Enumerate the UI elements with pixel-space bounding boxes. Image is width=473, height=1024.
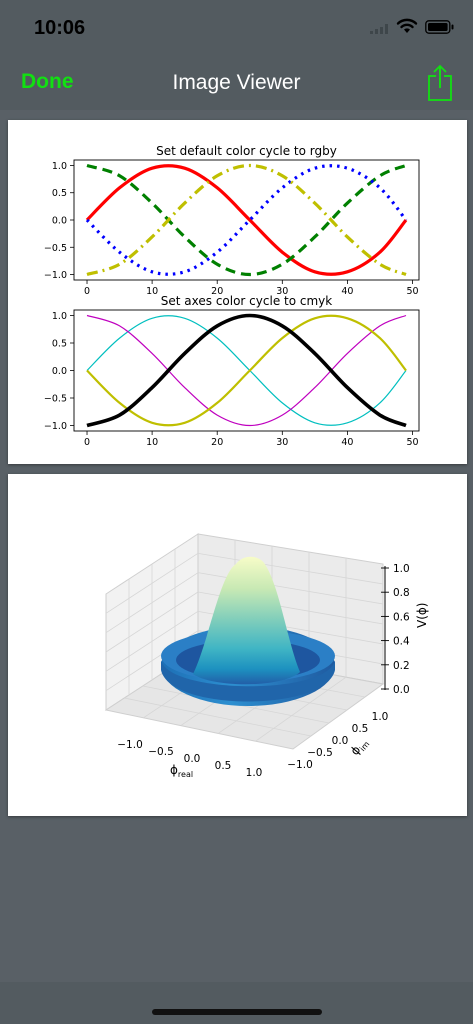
y-tick-label: −1.0	[287, 759, 313, 771]
x-tick-label: 10	[146, 437, 158, 448]
status-bar: 10:06	[0, 0, 473, 56]
series-line	[86, 163, 407, 277]
x-tick-label: 0.5	[215, 760, 232, 772]
y-tick-label: −1.0	[44, 270, 67, 281]
x-tick-label: 0	[84, 286, 90, 297]
z-tick-label: 0.0	[393, 684, 410, 696]
chart-title: Set default color cycle to rgby	[156, 144, 337, 158]
z-tick-label: 1.0	[393, 563, 410, 575]
x-axis-label: ϕreal	[170, 763, 193, 779]
bottom-area	[0, 982, 473, 1024]
x-tick-label: 20	[211, 437, 223, 448]
y-tick-label: −0.5	[44, 394, 67, 405]
battery-icon	[425, 20, 454, 34]
y-tick-label: 0.0	[52, 366, 67, 377]
z-tick-label: 0.6	[393, 611, 410, 623]
z-axis-label: V(ϕ)	[415, 603, 429, 629]
series-line	[86, 314, 407, 427]
y-tick-label: 0.0	[332, 735, 349, 747]
share-icon[interactable]	[426, 64, 454, 102]
y-tick-label: 0.5	[52, 339, 67, 350]
series-line	[85, 164, 408, 276]
x-tick-label: 50	[406, 286, 418, 297]
x-tick-label: −0.5	[148, 746, 174, 758]
x-tick-label: 0	[84, 437, 90, 448]
y-tick-label: −1.0	[44, 421, 67, 432]
x-tick-label: 50	[406, 437, 418, 448]
image-card-surface-plot[interactable]: 1.0 0.8 0.6 0.4 0.2 0.0 V(ϕ) −1.0 −0.5 0.0 0.5 1.…	[8, 474, 467, 816]
home-indicator[interactable]	[152, 1009, 322, 1015]
status-time: 10:06	[34, 17, 86, 39]
line-charts-figure: Set default color cycle to rgby 0 10 20 30 40…	[44, 144, 420, 448]
wifi-icon	[396, 18, 418, 33]
image-card-line-charts[interactable]: Set default color cycle to rgby 0 10 20 30 40…	[8, 120, 467, 464]
y-tick-label: 0.5	[352, 723, 369, 735]
series-line	[86, 314, 407, 427]
y-tick-label: 1.0	[52, 311, 67, 322]
y-tick-label: −0.5	[44, 243, 67, 254]
navigation-bar: Done Image Viewer	[0, 56, 473, 110]
page-title: Image Viewer	[172, 71, 301, 94]
cellular-signal-icon	[370, 24, 388, 34]
z-tick-label: 0.4	[393, 636, 410, 648]
y-tick-label: −0.5	[307, 747, 333, 759]
series-line	[86, 315, 407, 426]
z-tick-label: 0.2	[393, 660, 410, 672]
x-tick-label: 40	[341, 437, 353, 448]
x-tick-label: 30	[276, 437, 288, 448]
series-line	[86, 313, 407, 428]
x-tick-label: −1.0	[117, 739, 143, 751]
series-line	[85, 164, 408, 276]
y-axis-label: ϕim	[348, 735, 372, 759]
x-tick-label: 10	[146, 286, 158, 297]
z-tick-label: 0.8	[393, 587, 410, 599]
y-tick-label: 0.5	[52, 188, 67, 199]
x-tick-label: 40	[341, 286, 353, 297]
chart-title: Set axes color cycle to cmyk	[161, 294, 332, 308]
surface-plot-figure: 1.00.80.60.40.20.0 V(ϕ) −1.0−0.50.00.51.…	[104, 533, 429, 779]
y-tick-label: 1.0	[52, 161, 67, 172]
x-tick-label: 1.0	[246, 767, 263, 779]
series-line	[86, 163, 407, 277]
x-tick-label: 0.0	[184, 753, 201, 765]
y-tick-label: 1.0	[372, 711, 389, 723]
y-tick-label: 0.0	[52, 216, 67, 227]
